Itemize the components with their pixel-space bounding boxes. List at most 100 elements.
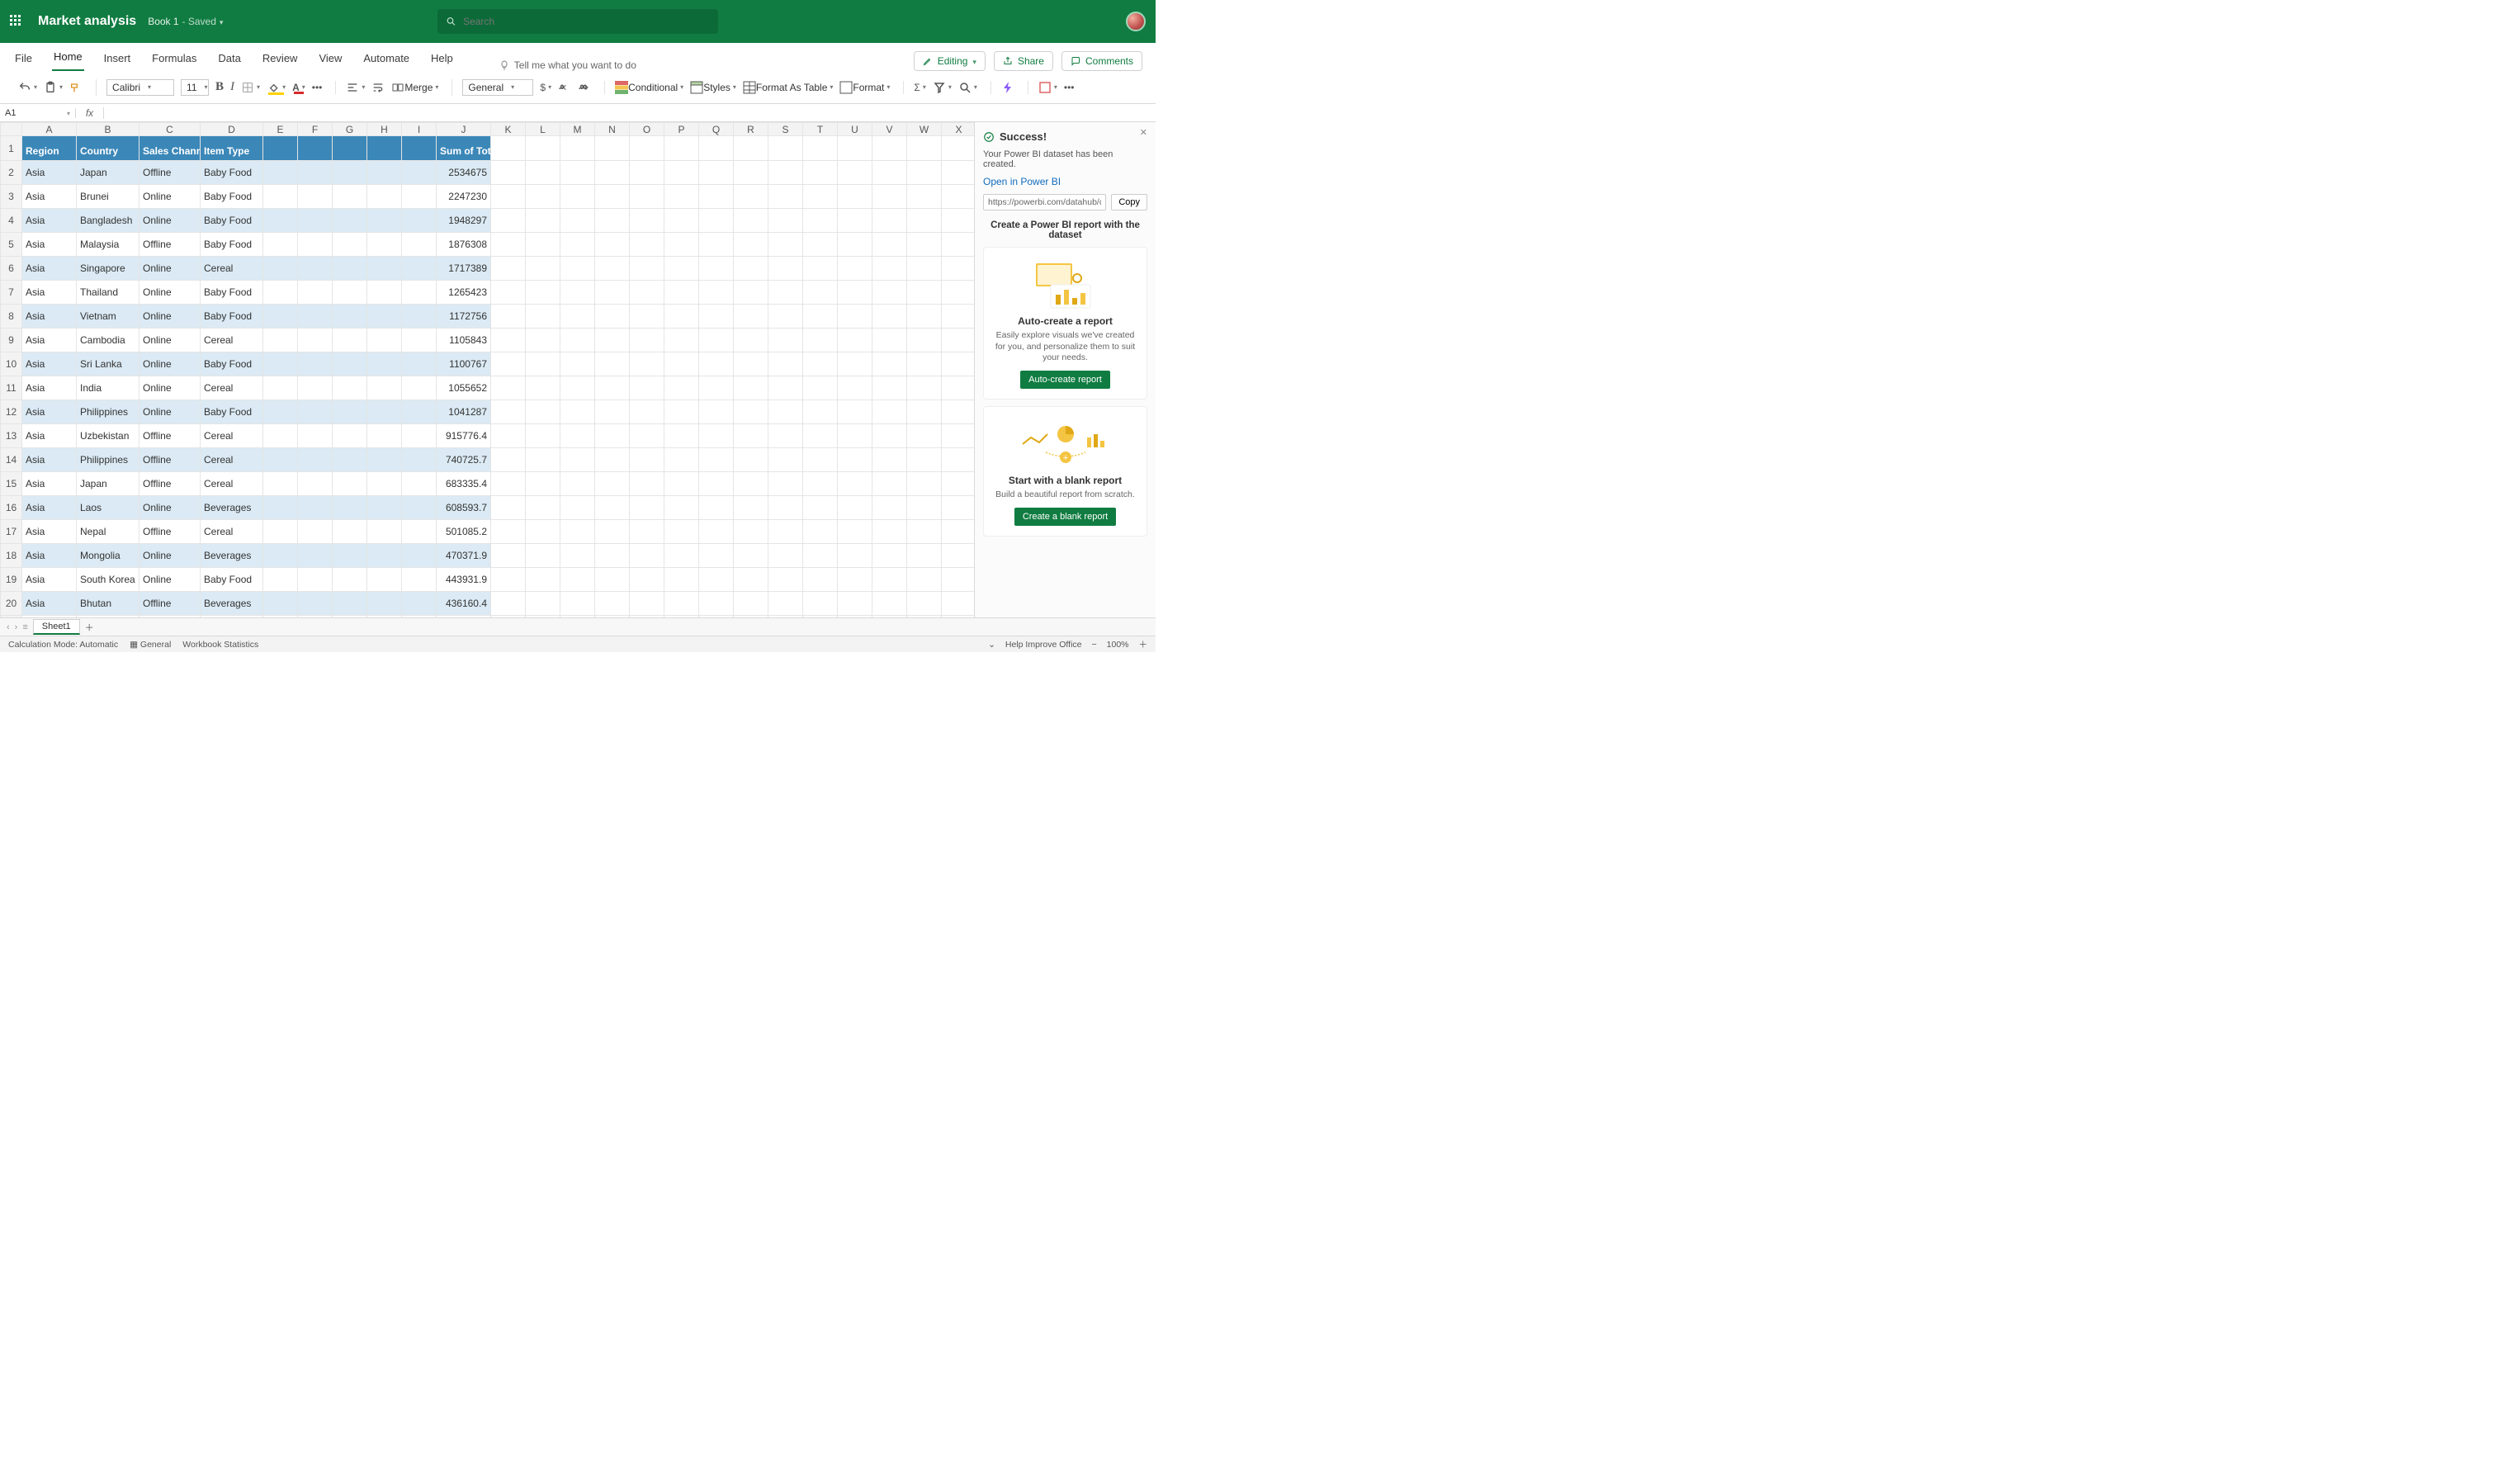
cell[interactable]: 501085.2	[437, 520, 491, 544]
cell[interactable]	[263, 305, 298, 329]
cell[interactable]	[367, 352, 402, 376]
cell[interactable]	[491, 496, 526, 520]
cell[interactable]: Thailand	[77, 281, 139, 305]
cell[interactable]	[664, 496, 699, 520]
cell[interactable]	[560, 544, 595, 568]
cell[interactable]	[630, 424, 664, 448]
cell[interactable]: Cereal	[201, 448, 263, 472]
cell[interactable]	[526, 568, 560, 592]
col-header-I[interactable]: I	[402, 123, 437, 136]
cell[interactable]	[942, 592, 975, 616]
cell[interactable]	[402, 496, 437, 520]
cell[interactable]	[526, 136, 560, 161]
cell[interactable]	[699, 592, 734, 616]
cell[interactable]	[803, 209, 838, 233]
cell[interactable]: Offline	[139, 448, 201, 472]
cell[interactable]: Laos	[77, 496, 139, 520]
cell[interactable]	[367, 185, 402, 209]
font-name-select[interactable]: Calibri	[106, 79, 174, 96]
cell[interactable]	[367, 496, 402, 520]
cell[interactable]	[907, 424, 942, 448]
cell[interactable]	[734, 185, 768, 209]
cell[interactable]: Item Type	[201, 136, 263, 161]
border-button[interactable]	[241, 81, 260, 94]
cell[interactable]	[367, 376, 402, 400]
cell[interactable]	[838, 568, 872, 592]
cell[interactable]	[333, 185, 367, 209]
cell[interactable]	[768, 305, 803, 329]
cell[interactable]	[734, 305, 768, 329]
cell[interactable]: 1172756	[437, 305, 491, 329]
cell[interactable]	[560, 233, 595, 257]
cell[interactable]	[838, 424, 872, 448]
cell[interactable]	[872, 305, 907, 329]
cell[interactable]	[907, 257, 942, 281]
cell[interactable]	[768, 424, 803, 448]
cell[interactable]	[838, 352, 872, 376]
row-header[interactable]: 1	[1, 136, 22, 161]
cell[interactable]: Asia	[22, 376, 77, 400]
wrap-text-button[interactable]	[371, 81, 385, 94]
cell[interactable]	[768, 161, 803, 185]
cell[interactable]	[872, 233, 907, 257]
cell[interactable]	[803, 376, 838, 400]
cell[interactable]	[526, 520, 560, 544]
cell[interactable]	[298, 185, 333, 209]
cell[interactable]: 1055652	[437, 376, 491, 400]
cell[interactable]	[942, 209, 975, 233]
cell[interactable]: Region	[22, 136, 77, 161]
cell[interactable]	[872, 472, 907, 496]
cell[interactable]: Malaysia	[77, 233, 139, 257]
row-header[interactable]: 12	[1, 400, 22, 424]
cell[interactable]	[872, 400, 907, 424]
cell[interactable]	[664, 185, 699, 209]
cell[interactable]	[630, 257, 664, 281]
cell[interactable]	[768, 329, 803, 352]
cell[interactable]	[872, 209, 907, 233]
cell[interactable]: 1948297	[437, 209, 491, 233]
cell[interactable]	[263, 592, 298, 616]
cell[interactable]	[333, 281, 367, 305]
cell[interactable]	[768, 352, 803, 376]
cell[interactable]: 436160.4	[437, 592, 491, 616]
cell[interactable]: Asia	[22, 472, 77, 496]
cell[interactable]	[734, 568, 768, 592]
cell[interactable]	[333, 329, 367, 352]
cell[interactable]	[734, 161, 768, 185]
cell[interactable]	[734, 496, 768, 520]
cell[interactable]: Asia	[22, 568, 77, 592]
cell[interactable]: Cereal	[201, 472, 263, 496]
cell[interactable]	[491, 616, 526, 618]
cell[interactable]: Cambodia	[77, 329, 139, 352]
cell[interactable]	[263, 400, 298, 424]
cell[interactable]	[872, 616, 907, 618]
cell[interactable]	[630, 161, 664, 185]
cell[interactable]	[491, 233, 526, 257]
row-header[interactable]: 21	[1, 616, 22, 618]
cell[interactable]	[942, 400, 975, 424]
menu-data[interactable]: Data	[216, 47, 242, 71]
cell[interactable]	[872, 544, 907, 568]
cell[interactable]	[333, 233, 367, 257]
cell[interactable]: Asia	[22, 520, 77, 544]
cell[interactable]	[872, 424, 907, 448]
more-font-button[interactable]: •••	[312, 82, 323, 93]
cell[interactable]	[768, 136, 803, 161]
font-size-select[interactable]: 11	[181, 79, 209, 96]
status-menu[interactable]: ⌄	[988, 640, 995, 650]
cell[interactable]	[838, 448, 872, 472]
row-header[interactable]: 9	[1, 329, 22, 352]
cell[interactable]: Beverages	[201, 592, 263, 616]
status-general[interactable]: ▦ General	[130, 640, 171, 650]
cell[interactable]	[803, 281, 838, 305]
cell[interactable]	[942, 185, 975, 209]
cell[interactable]: Baby Food	[201, 352, 263, 376]
cell[interactable]	[560, 161, 595, 185]
col-header-F[interactable]: F	[298, 123, 333, 136]
menu-file[interactable]: File	[13, 47, 34, 71]
cell[interactable]	[333, 209, 367, 233]
cell[interactable]	[595, 520, 630, 544]
cell[interactable]	[803, 448, 838, 472]
cell[interactable]: Asia	[22, 400, 77, 424]
cell[interactable]: Asia	[22, 352, 77, 376]
